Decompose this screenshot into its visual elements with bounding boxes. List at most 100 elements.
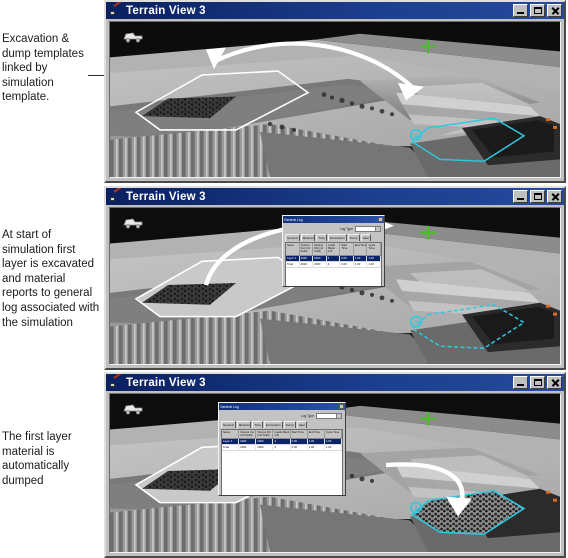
cell-name: Layer 1 [222,439,240,445]
close-button-3[interactable] [547,376,562,389]
tab-excavation-3[interactable]: Excavation [263,421,283,428]
cell-end-time: 1.00 [308,439,325,445]
dialog-tabstrip-2[interactable]: General Material Time Excavation Dump Ha… [283,234,384,241]
haul-truck-icon [123,404,143,415]
minimize-button-2[interactable] [513,190,528,203]
dump-node-label: A [414,506,418,512]
maximize-button-1[interactable] [530,4,545,17]
col-loads-2: Loads (Bank m3) [327,243,341,255]
cell-cycle-time: 1.00 [325,439,342,445]
minimize-button-1[interactable] [513,4,528,17]
cell-start-time: 0.00 [340,255,354,261]
general-log-dialog-2[interactable]: General Log Log Type General Material Ti… [282,215,385,287]
orange-flag-marker [546,118,550,122]
col-volume-fill-2: Volume Fill (m3 Solid) [313,243,327,255]
pen-terrain-icon [109,374,122,389]
cell-volume-cut: 2000 [300,255,314,261]
tab-material-2[interactable]: Material [300,234,316,241]
cell-start-time: 0.00 [291,439,308,445]
terrain-viewport-1[interactable]: A [109,21,561,178]
terrain-viewport-3[interactable]: A General Log Log Type General Material … [109,393,561,553]
cell-end-time: 1.00 [308,445,325,451]
cell-volume-fill: 2000 [313,255,327,261]
tab-general-2[interactable]: General [285,234,300,241]
tab-time-2[interactable]: Time [316,234,327,241]
col-start-time-2: Start Time [340,243,354,255]
tab-general-3[interactable]: General [221,421,236,428]
window-titlebar-2[interactable]: Terrain View 3 [106,188,564,205]
close-button-2[interactable] [547,190,562,203]
window-titlebar-3[interactable]: Terrain View 3 [106,374,564,391]
dialog-close-button-3[interactable] [339,404,344,409]
dialog-titlebar-3[interactable]: General Log [219,403,345,410]
cell-cycle-time: 1.00 [367,255,381,261]
tab-haul-2[interactable]: Haul [360,234,371,241]
minimize-button-3[interactable] [513,376,528,389]
col-loads-3: Loads (Bank m3) [274,430,291,439]
cell-name: Total [222,445,240,451]
dump-node-label: A [414,133,418,139]
cell-end-time: 1.00 [354,261,368,267]
dialog-close-button-2[interactable] [378,217,383,222]
dialog-logtype-row-2: Log Type [283,223,384,234]
dialog-title-2: General Log [284,217,303,222]
tab-time-3[interactable]: Time [252,421,263,428]
cell-volume-fill: 2000 [256,439,274,445]
maximize-button-2[interactable] [530,190,545,203]
tab-dump-3[interactable]: Dump [283,421,296,428]
caption-simulation-start: At start of simulation first layer is ex… [2,229,100,329]
pen-terrain-icon [109,188,122,203]
caption-first-layer-dumped: The first layer material is automaticall… [2,431,72,487]
tab-excavation-2[interactable]: Excavation [327,234,347,241]
terrain-view-window-2[interactable]: Terrain View 3 A General Log Log Type Ge… [104,186,566,370]
cell-cycle-time: 1.00 [325,445,342,451]
logtype-label-3: Log Type [300,413,314,418]
dialog-tabstrip-3[interactable]: General Material Time Excavation Dump Ha… [219,421,345,428]
close-button-1[interactable] [547,4,562,17]
terrain-render-1: A [110,22,560,177]
col-volume-fill-3: Volume Fill (m3 Solid) [256,430,274,439]
terrain-viewport-2[interactable]: A General Log Log Type General Material … [109,207,561,365]
dialog-titlebar-2[interactable]: General Log [283,216,384,223]
cell-volume-cut: 2000 [239,445,257,451]
col-start-time-3: Start Time [291,430,308,439]
tab-haul-3[interactable]: Haul [296,421,307,428]
cell-loads: 4 [327,261,341,267]
col-name-2: Name [286,243,300,255]
logtype-select-2[interactable] [355,225,381,232]
col-volume-cut-2: Volume Cut (m3 Solid) [300,243,314,255]
general-log-dialog-3[interactable]: General Log Log Type General Material Ti… [218,402,346,496]
cell-end-time: 1.00 [354,255,368,261]
cell-volume-fill: 2000 [256,445,274,451]
window-title-1: Terrain View 3 [126,4,206,17]
table-header-row-3: Name Volume Cut (m3 Solid) Volume Fill (… [222,430,342,440]
terrain-view-window-1[interactable]: Terrain View 3 A [104,0,566,183]
tab-material-3[interactable]: Material [236,421,252,428]
cell-name: Layer 1 [286,255,300,261]
table-header-row-2: Name Volume Cut (m3 Solid) Volume Fill (… [286,243,381,256]
logtype-select-3[interactable] [316,412,342,419]
window-title-3: Terrain View 3 [126,376,206,389]
cell-volume-fill: 2000 [313,261,327,267]
caption-excavation-dump-templates: Excavation & dump templates linked by si… [2,33,84,104]
tab-dump-2[interactable]: Dump [347,234,360,241]
terrain-view-window-3[interactable]: Terrain View 3 A General Log Log Type Ge… [104,372,566,558]
cell-loads: 4 [273,439,291,445]
col-volume-cut-3: Volume Cut (m3 Solid) [239,430,257,439]
log-table-3[interactable]: Name Volume Cut (m3 Solid) Volume Fill (… [221,429,343,495]
table-empty-area-2 [286,267,381,286]
annotated-figure: Excavation & dump templates linked by si… [0,0,568,558]
col-end-time-2: End Time [354,243,368,255]
window-title-2: Terrain View 3 [126,190,206,203]
haul-truck-icon [123,32,143,43]
window-controls-3 [513,376,562,389]
cell-start-time: 0.00 [291,445,308,451]
maximize-button-3[interactable] [530,376,545,389]
dialog-title-3: General Log [220,404,239,409]
table-empty-area-3 [222,451,342,495]
window-titlebar-1[interactable]: Terrain View 3 [106,2,564,19]
cell-volume-cut: 2000 [300,261,314,267]
log-table-2[interactable]: Name Volume Cut (m3 Solid) Volume Fill (… [285,242,382,286]
haul-truck-icon [123,218,143,229]
cell-loads: 4 [327,255,341,261]
